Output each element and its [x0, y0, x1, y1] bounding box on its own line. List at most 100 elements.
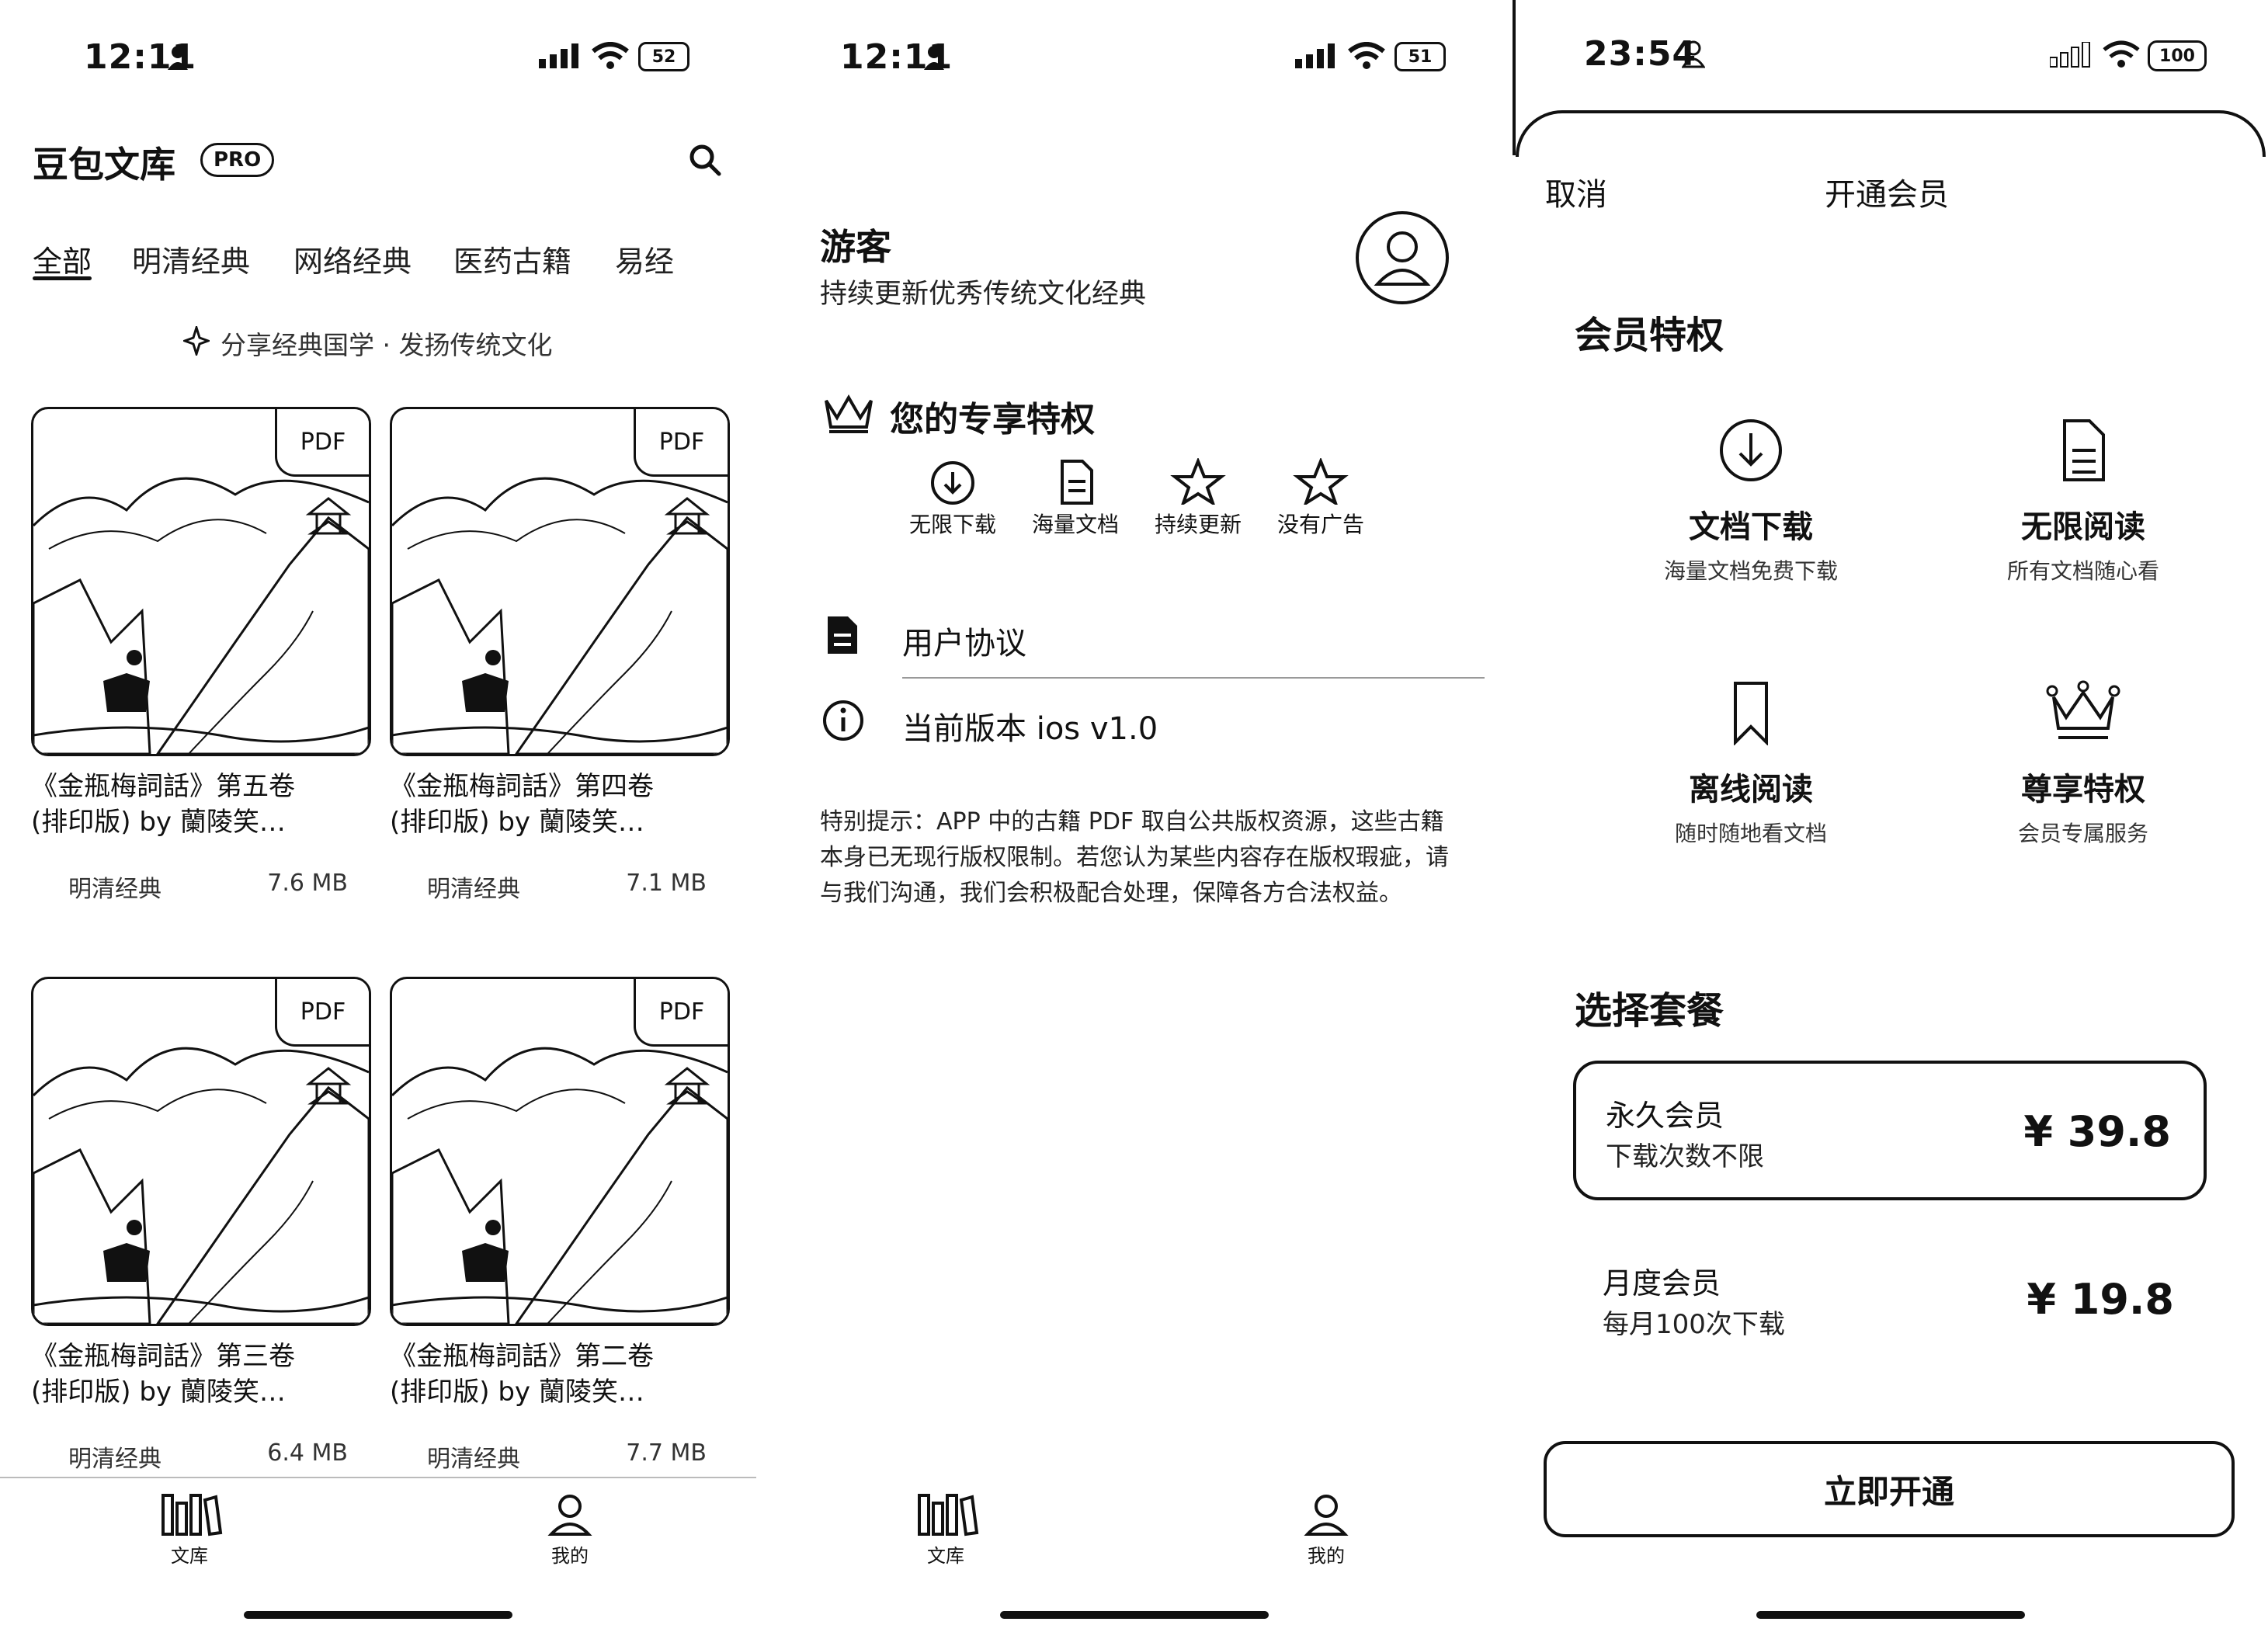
feature-unlimited-reading: 无限阅读 所有文档随心看: [1955, 418, 2211, 585]
pdf-badge: PDF: [634, 409, 728, 477]
plan-monthly[interactable]: 月度会员 每月100次下载 ¥ 19.8: [1573, 1231, 2207, 1371]
battery-indicator: 52: [638, 42, 689, 71]
copyright-notice: 特别提示：APP 中的古籍 PDF 取自公共版权资源，这些古籍本身已无现行版权限…: [820, 808, 1449, 907]
plan-name: 月度会员: [1603, 1266, 1721, 1300]
tabbar-library-label: 文库: [171, 1545, 208, 1567]
perks-title: 您的专享特权: [890, 400, 1095, 439]
book-card[interactable]: PDF 《金瓶梅詞話》第三卷 (排印版) by 蘭陵笑… 明清经典 6.4 MB: [31, 977, 371, 1474]
pro-badge: PRO: [200, 143, 275, 177]
document-icon: [2063, 419, 2105, 481]
feature-vip: 尊享特权 会员专属服务: [1955, 680, 2211, 848]
plan-lifetime[interactable]: 永久会员 下载次数不限 ¥ 39.8: [1573, 1061, 2207, 1200]
feature-title: 离线阅读: [1689, 772, 1813, 807]
signal-icon: [2050, 42, 2090, 68]
book-title-line1: 《金瓶梅詞話》第二卷: [390, 1341, 654, 1372]
book-card[interactable]: PDF 《金瓶梅詞話》第五卷 (排印版) by 蘭陵笑… 明清经典 7.6 MB: [31, 407, 371, 904]
book-cover: PDF: [390, 977, 730, 1326]
book-cover: PDF: [390, 407, 730, 756]
membership-screen: 23:54 100 取消 开通会员 会员特权 文档下载 海量文档免费下载 无限阅…: [1513, 0, 2268, 1639]
pdf-badge: PDF: [275, 409, 369, 477]
library-screen: 12:11 52 豆包文库 PRO 全部 明清经典 网络经典 医药古籍 易经 分…: [0, 0, 756, 1639]
book-cover: PDF: [31, 407, 371, 756]
tabbar-mine-label: 我的: [1308, 1545, 1345, 1567]
home-indicator: [1000, 1611, 1269, 1619]
feature-title: 尊享特权: [2021, 772, 2145, 807]
search-icon[interactable]: [688, 143, 722, 177]
plan-desc: 每月100次下载: [1603, 1309, 1785, 1340]
book-category: 明清经典: [68, 876, 162, 903]
person-tab-icon: [547, 1495, 592, 1536]
tab-yijing[interactable]: 易经: [615, 238, 674, 280]
book-category: 明清经典: [427, 876, 520, 903]
user-name: 游客: [820, 226, 891, 268]
tab-active-underline: [33, 276, 92, 280]
home-indicator: [1756, 1611, 2025, 1619]
plan-name: 永久会员: [1606, 1099, 1724, 1133]
tabbar-library[interactable]: 文库: [912, 1491, 980, 1568]
signal-icon: [539, 43, 578, 68]
book-cover: PDF: [31, 977, 371, 1326]
book-card[interactable]: PDF 《金瓶梅詞話》第四卷 (排印版) by 蘭陵笑… 明清经典 7.1 MB: [390, 407, 730, 904]
tabbar-library[interactable]: 文库: [155, 1491, 224, 1568]
library-tab-icon: [918, 1494, 979, 1537]
feature-subtitle: 随时随地看文档: [1674, 821, 1827, 846]
book-title-line2: (排印版) by 蘭陵笑…: [31, 807, 286, 838]
tabbar-library-label: 文库: [927, 1545, 964, 1567]
book-size: 7.1 MB: [626, 870, 707, 897]
document-icon: [1061, 460, 1093, 505]
sheet-top-edge: [1516, 110, 2266, 157]
pdf-badge: PDF: [275, 979, 369, 1047]
book-card[interactable]: PDF 《金瓶梅詞話》第二卷 (排印版) by 蘭陵笑… 明清经典 7.7 MB: [390, 977, 730, 1474]
benefits-title: 会员特权: [1575, 314, 1724, 357]
user-subtitle: 持续更新优秀传统文化经典: [820, 279, 1147, 310]
perk-continuous-update: 持续更新: [1148, 457, 1249, 539]
perk-label: 无限下载: [908, 512, 996, 537]
app-title: 豆包文库: [33, 144, 175, 186]
tabbar-mine-label: 我的: [551, 1545, 589, 1567]
crown-icon: [825, 394, 873, 433]
feature-subtitle: 会员专属服务: [2017, 821, 2148, 846]
cancel-button[interactable]: 取消: [1545, 169, 1607, 214]
book-title-line2: (排印版) by 蘭陵笑…: [390, 807, 644, 838]
plan-price: ¥ 39.8: [2023, 1107, 2171, 1156]
sheet-edge: [1513, 0, 1516, 155]
tab-ming-qing[interactable]: 明清经典: [132, 238, 250, 280]
profile-screen: 12:11 51 游客 持续更新优秀传统文化经典 您的专享特权 无限下载 海量文…: [756, 0, 1513, 1639]
slogan: 分享经典国学 · 发扬传统文化: [221, 330, 553, 360]
status-time: 23:54: [1584, 34, 1697, 74]
perk-label: 没有广告: [1276, 512, 1364, 537]
download-icon: [931, 461, 974, 505]
tab-all[interactable]: 全部: [33, 238, 92, 280]
crown-icon: [2046, 680, 2120, 739]
feature-subtitle: 海量文档免费下载: [1663, 558, 1838, 584]
download-icon: [1720, 419, 1782, 481]
tab-medicine[interactable]: 医药古籍: [453, 238, 571, 280]
book-title-line2: (排印版) by 蘭陵笑…: [31, 1377, 286, 1408]
library-tab-icon: [162, 1494, 223, 1537]
book-title-line2: (排印版) by 蘭陵笑…: [390, 1377, 644, 1408]
book-category: 明清经典: [427, 1446, 520, 1473]
tabbar-mine[interactable]: 我的: [1292, 1491, 1360, 1568]
tabbar-mine[interactable]: 我的: [536, 1491, 604, 1568]
document-icon: [828, 616, 857, 654]
bookmark-icon: [1734, 682, 1768, 745]
pdf-badge: PDF: [634, 979, 728, 1047]
version-item[interactable]: 当前版本 ios v1.0: [902, 703, 1158, 748]
plan-desc: 下载次数不限: [1606, 1141, 1764, 1172]
person-status-icon: [168, 46, 188, 70]
feature-title: 文档下载: [1689, 509, 1813, 545]
sheet-title: 开通会员: [1825, 177, 1949, 213]
perk-no-ads: 没有广告: [1270, 457, 1371, 539]
avatar[interactable]: [1354, 210, 1450, 306]
feature-download: 文档下载 海量文档免费下载: [1623, 418, 1879, 585]
user-agreement-item[interactable]: 用户协议: [902, 618, 1026, 663]
tab-network[interactable]: 网络经典: [293, 238, 412, 280]
book-title-line1: 《金瓶梅詞話》第三卷: [31, 1341, 295, 1372]
subscribe-now-button[interactable]: 立即开通: [1544, 1441, 2235, 1537]
wifi-icon: [1348, 42, 1385, 69]
book-category: 明清经典: [68, 1446, 162, 1473]
wifi-icon: [592, 42, 629, 69]
book-title-line1: 《金瓶梅詞話》第五卷: [31, 771, 295, 802]
home-indicator: [244, 1611, 512, 1619]
battery-indicator: 51: [1394, 42, 1446, 71]
